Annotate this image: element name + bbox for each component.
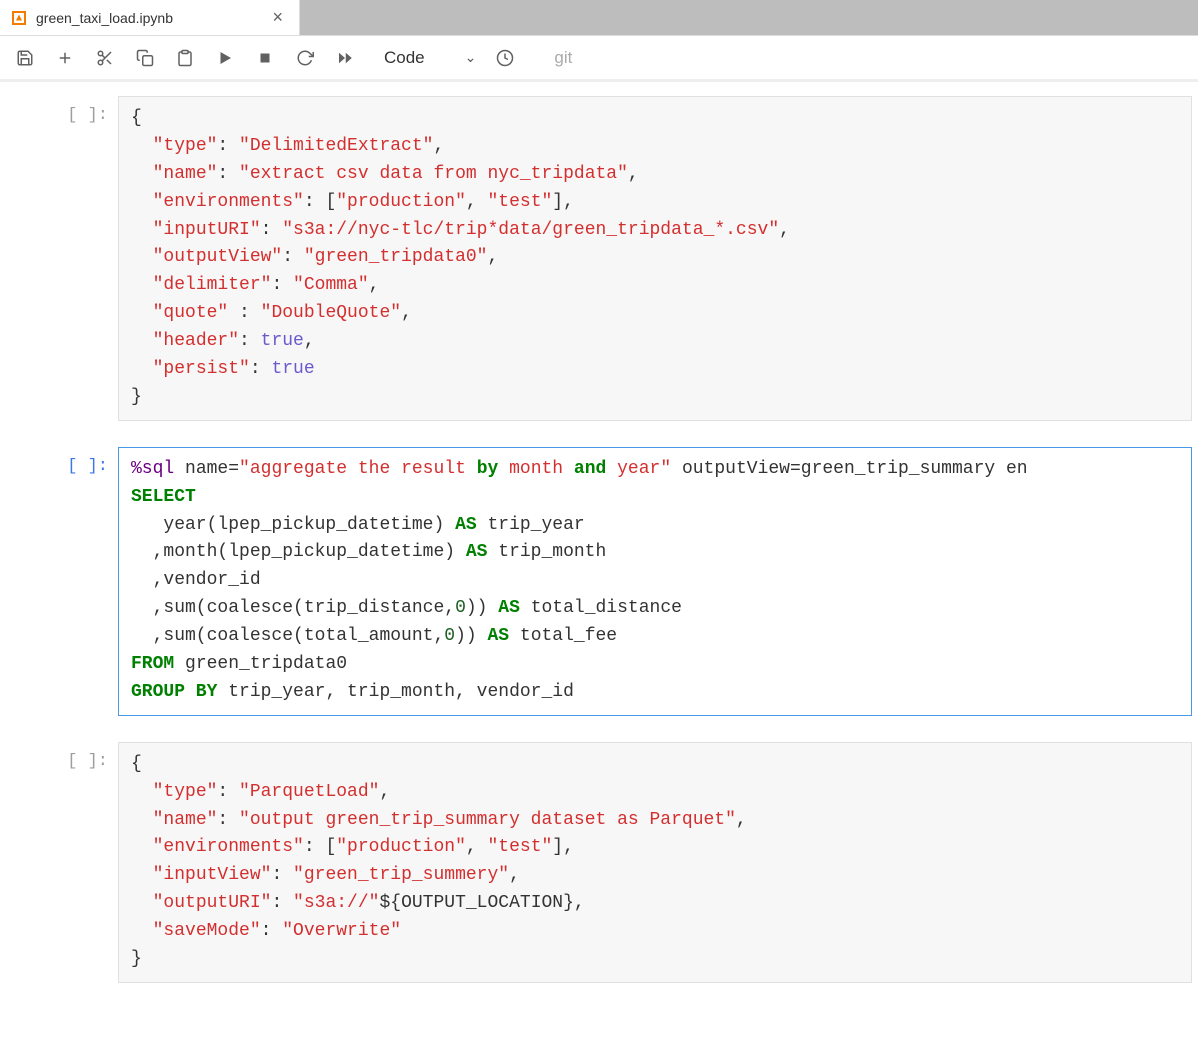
notebook-toolbar: Code ⌄ git [0, 36, 1198, 80]
stop-icon[interactable] [254, 47, 276, 69]
kernel-status-icon[interactable] [494, 47, 516, 69]
run-all-icon[interactable] [334, 47, 356, 69]
copy-icon[interactable] [134, 47, 156, 69]
code-editor[interactable]: { "type": "DelimitedExtract", "name": "e… [118, 96, 1192, 421]
tab-bar: green_taxi_load.ipynb × [0, 0, 1198, 36]
chevron-down-icon: ⌄ [465, 49, 477, 66]
code-cell[interactable]: [ ]: { "type": "ParquetLoad", "name": "o… [0, 742, 1198, 983]
notebook-icon [12, 11, 26, 25]
cell-prompt: [ ]: [28, 96, 118, 125]
cell-type-label: Code [384, 48, 425, 68]
code-editor[interactable]: %sql name="aggregate the result by month… [118, 447, 1192, 716]
code-cell[interactable]: [ ]: { "type": "DelimitedExtract", "name… [0, 96, 1198, 421]
git-label[interactable]: git [554, 48, 572, 68]
save-icon[interactable] [14, 47, 36, 69]
cell-type-dropdown[interactable]: Code ⌄ [384, 48, 476, 68]
code-editor[interactable]: { "type": "ParquetLoad", "name": "output… [118, 742, 1192, 983]
notebook-tab[interactable]: green_taxi_load.ipynb × [0, 0, 300, 35]
add-cell-icon[interactable] [54, 47, 76, 69]
cell-prompt: [ ]: [28, 447, 118, 476]
notebook-area: [ ]: { "type": "DelimitedExtract", "name… [0, 80, 1198, 1039]
run-icon[interactable] [214, 47, 236, 69]
paste-icon[interactable] [174, 47, 196, 69]
restart-icon[interactable] [294, 47, 316, 69]
code-cell[interactable]: [ ]: %sql name="aggregate the result by … [0, 447, 1198, 716]
cell-prompt: [ ]: [28, 742, 118, 771]
cut-icon[interactable] [94, 47, 116, 69]
close-icon[interactable]: × [268, 7, 287, 28]
tab-title: green_taxi_load.ipynb [36, 10, 258, 26]
